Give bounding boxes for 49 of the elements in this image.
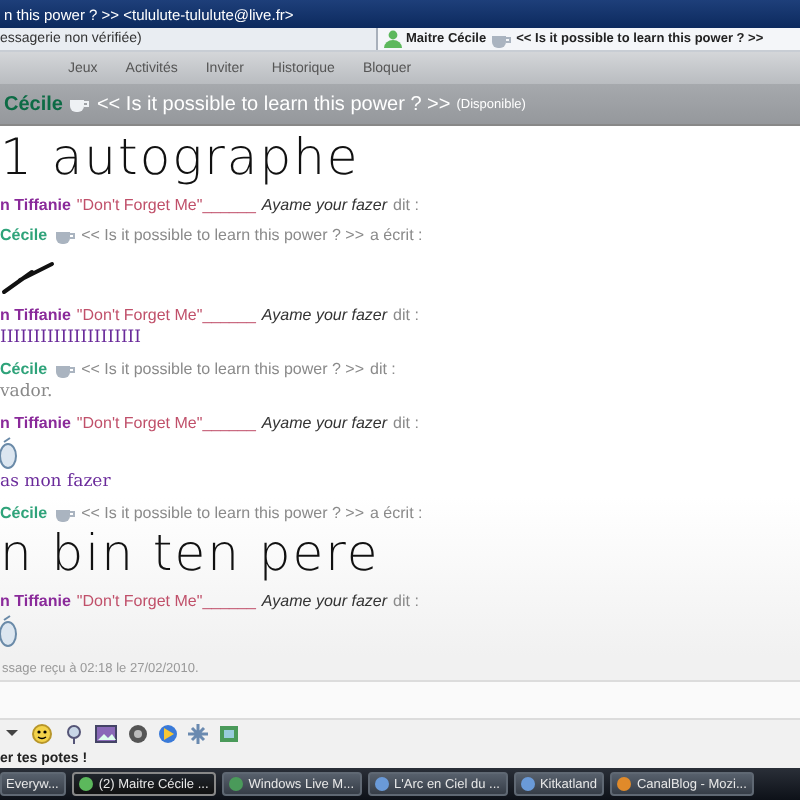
said-label: dit : [393, 196, 419, 214]
sender-name: n Tiffanie [0, 196, 71, 214]
disc-icon[interactable] [128, 724, 148, 744]
sender-name: Cécile [0, 226, 48, 244]
nudge-icon[interactable] [188, 724, 208, 744]
window-icon[interactable] [218, 724, 240, 744]
said-label: dit : [393, 306, 419, 324]
said-label: dit : [393, 414, 419, 432]
emoticon-icon [0, 436, 20, 472]
message-text: vador. [0, 382, 55, 404]
handwritten-message: 1 autographe [0, 130, 362, 186]
smiley-icon[interactable] [30, 724, 54, 744]
contact-alias: Ayame your fazer [261, 414, 388, 432]
handwritten-message: n bin ten pere [0, 526, 382, 582]
emoticon-icon [0, 614, 20, 650]
app-icon [519, 776, 536, 792]
sender-name: n Tiffanie [0, 306, 71, 324]
app-icon [616, 776, 633, 792]
contact-alias: Ayame your fazer [261, 196, 388, 214]
picture-icon[interactable] [94, 724, 118, 744]
app-icon [228, 776, 245, 792]
message-text: as mon fazer [0, 472, 113, 494]
personal-message: << Is it possible to learn this power ? >> [81, 226, 364, 244]
sender-name: n Tiffanie [0, 592, 71, 610]
contact-name: Cécile [4, 93, 63, 115]
play-icon[interactable] [158, 724, 178, 744]
personal-message: << Is it possible to learn this power ? >> [81, 360, 364, 378]
said-label: a écrit : [370, 226, 423, 244]
message-input[interactable] [0, 682, 800, 720]
pin-icon[interactable] [64, 724, 84, 744]
said-label: dit : [370, 360, 396, 378]
personal-message: "Don't Forget Me"______ [76, 414, 256, 432]
sender-name: n Tiffanie [0, 414, 71, 432]
contact-alias: Ayame your fazer [261, 592, 388, 610]
personal-message: "Don't Forget Me"______ [76, 196, 256, 214]
message-text: IIIIIIIIIIIIIIIIIIIII [0, 328, 144, 350]
personal-message: << Is it possible to learn this power ? >> [96, 93, 451, 115]
sender-name: Cécile [0, 360, 48, 378]
said-label: a écrit : [370, 504, 423, 522]
app-icon [78, 776, 95, 792]
said-label: dit : [393, 592, 419, 610]
contact-alias: Ayame your fazer [261, 306, 388, 324]
cup-icon [68, 94, 91, 114]
app-icon [374, 776, 391, 792]
personal-message: "Don't Forget Me"______ [76, 306, 256, 324]
personal-message: "Don't Forget Me"______ [76, 592, 256, 610]
person-icon [384, 30, 402, 48]
sender-name: Cécile [0, 504, 48, 522]
personal-message: << Is it possible to learn this power ? >> [81, 504, 364, 522]
